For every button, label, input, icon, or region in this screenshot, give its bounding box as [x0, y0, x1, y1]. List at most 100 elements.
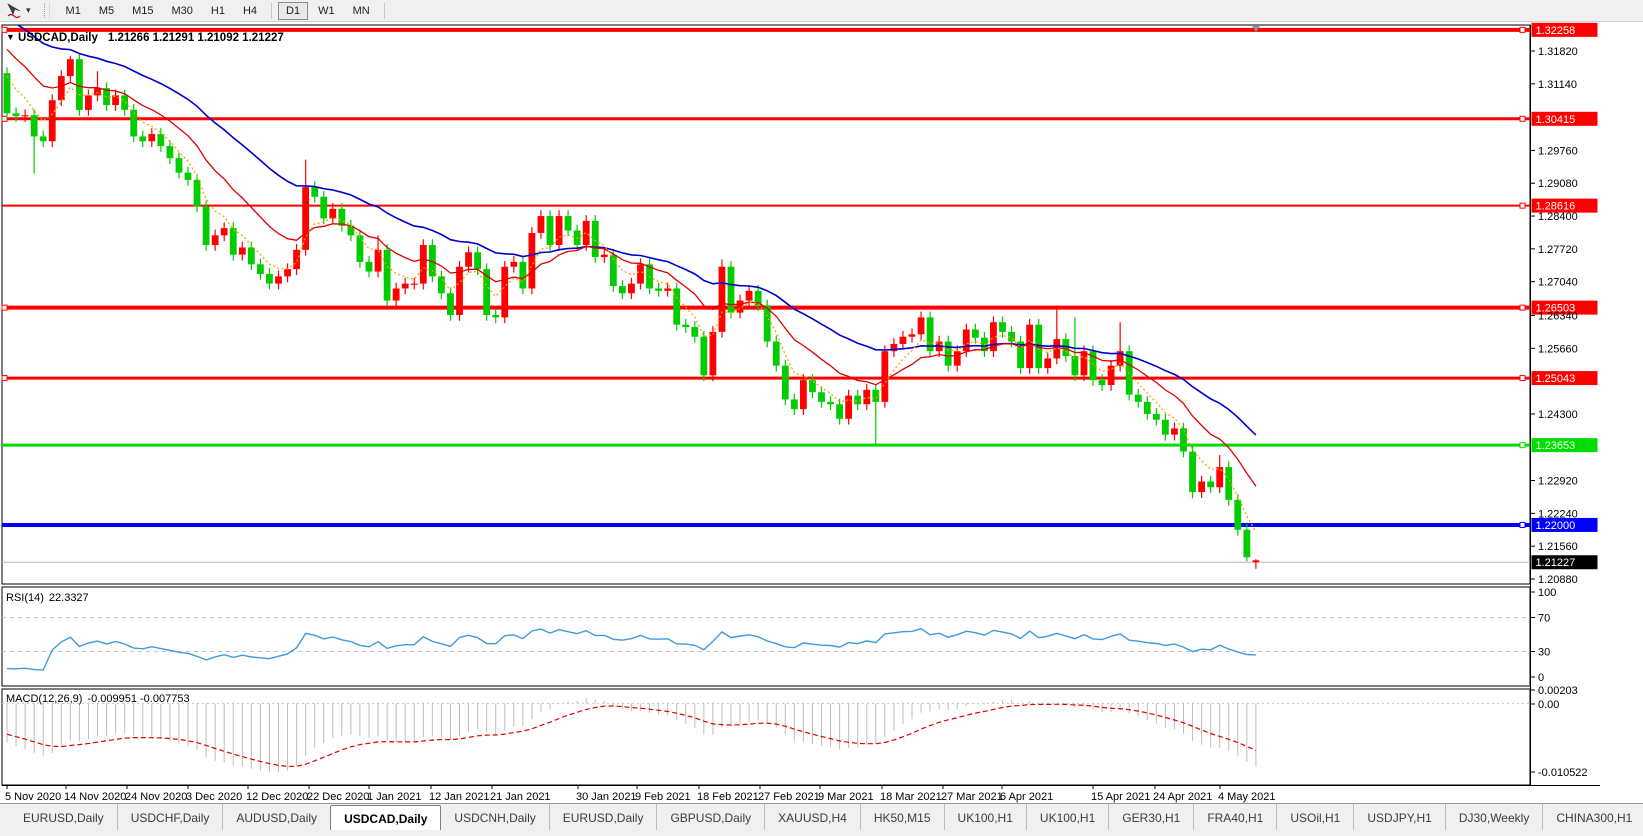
hline-right-handle[interactable]	[1520, 305, 1525, 310]
timeframe-button-M1[interactable]: M1	[58, 2, 89, 20]
price-tick-label: 1.29760	[1538, 145, 1578, 157]
hline-price-label: 1.32258	[1536, 25, 1576, 37]
price-tick-label: 1.27720	[1538, 244, 1578, 256]
candle-body	[963, 329, 970, 351]
hline-right-handle[interactable]	[1520, 376, 1525, 381]
candle-body	[728, 267, 735, 313]
price-tick-label: 1.28400	[1538, 211, 1578, 223]
timeframe-button-M5[interactable]: M5	[91, 2, 122, 20]
chart-tab-GER30-H1[interactable]: GER30,H1	[1108, 804, 1193, 830]
hline-left-handle[interactable]	[2, 305, 7, 310]
candle-body	[863, 390, 870, 404]
candle-body	[49, 100, 56, 141]
timeframe-button-M15[interactable]: M15	[124, 2, 161, 20]
chart-tab-USDCNH-Daily[interactable]: USDCNH,Daily	[441, 804, 548, 830]
macd-indicator-label: MACD(12,26,9)-0.009951 -0.007753	[6, 693, 190, 705]
chart-collapse-icon[interactable]: ▼	[6, 32, 15, 42]
timeframe-button-D1[interactable]: D1	[278, 2, 308, 20]
candle-body	[76, 59, 83, 110]
candle-body	[1135, 395, 1142, 402]
candle-body	[1044, 358, 1051, 368]
macd-axis-label: -0.010522	[1538, 767, 1588, 779]
chart-tab-XAUUSD-H4[interactable]: XAUUSD,H4	[764, 804, 860, 830]
hline-left-handle[interactable]	[2, 376, 7, 381]
date-tick-label: 15 Apr 2021	[1091, 791, 1150, 803]
date-tick-label: 1 Jan 2021	[367, 791, 421, 803]
chart-tab-USDCAD-Daily[interactable]: USDCAD,Daily	[330, 805, 441, 830]
hline-right-handle[interactable]	[1520, 522, 1525, 527]
hline-left-handle[interactable]	[2, 116, 7, 121]
toolbar-grip[interactable]	[44, 3, 50, 18]
price-pane[interactable]	[2, 25, 1530, 584]
candle-body	[212, 235, 219, 245]
candle-body	[1189, 452, 1196, 493]
chart-tab-USDJPY-H1[interactable]: USDJPY,H1	[1353, 804, 1444, 830]
cursor-tool-button[interactable]: ▾	[2, 2, 35, 20]
date-tick-label: 9 Feb 2021	[635, 791, 691, 803]
candle-body	[284, 269, 291, 276]
chart-tab-EURUSD-Daily[interactable]: EURUSD,Daily	[10, 804, 117, 830]
timeframe-button-H1[interactable]: H1	[203, 2, 233, 20]
date-tick-label: 18 Mar 2021	[880, 791, 942, 803]
candle-body	[85, 95, 92, 109]
candle-body	[148, 134, 155, 141]
hline-price-label: 1.25043	[1536, 373, 1576, 385]
chart-tab-UK100-H1[interactable]: UK100,H1	[944, 804, 1026, 830]
chart-tab-CHINA300-H1[interactable]: CHINA300,H1	[1542, 804, 1643, 830]
chart-tab-HK50-M15[interactable]: HK50,M15	[860, 804, 944, 830]
hline-right-handle[interactable]	[1520, 443, 1525, 448]
rsi-pane[interactable]	[2, 587, 1530, 686]
candle-body	[1171, 428, 1178, 434]
candle-body	[447, 293, 454, 315]
candle-body	[239, 247, 246, 254]
chart-tab-USOil-H1[interactable]: USOil,H1	[1276, 804, 1353, 830]
candle-body	[1253, 560, 1260, 562]
timeframe-button-H4[interactable]: H4	[235, 2, 265, 20]
candle-body	[700, 337, 707, 376]
candle-body	[185, 173, 192, 180]
rsi-value: 22.3327	[49, 592, 89, 604]
candle-body	[357, 235, 364, 262]
chart-tab-AUDUSD-Daily[interactable]: AUDUSD,Daily	[222, 804, 330, 830]
chart-tab-EURUSD-Daily[interactable]: EURUSD,Daily	[549, 804, 657, 830]
candle-body	[1153, 414, 1160, 420]
timeframe-button-M30[interactable]: M30	[164, 2, 201, 20]
candle-body	[1198, 482, 1205, 493]
candle-body	[800, 380, 807, 409]
candle-body	[1072, 356, 1079, 375]
chart-tab-GBPUSD-Daily[interactable]: GBPUSD,Daily	[656, 804, 764, 830]
price-tick-label: 1.31820	[1538, 46, 1578, 58]
date-tick-label: 3 Dec 2020	[186, 791, 242, 803]
rsi-level-label: 0	[1538, 672, 1544, 684]
candle-body	[710, 332, 717, 375]
chart-tab-USDCHF-Daily[interactable]: USDCHF,Daily	[117, 804, 223, 830]
rsi-level-label: 70	[1538, 613, 1550, 625]
candle-body	[945, 342, 952, 366]
chart-tab-DJ30-Weekly[interactable]: DJ30,Weekly	[1445, 804, 1542, 830]
price-tick-label: 1.26340	[1538, 310, 1578, 322]
chart-tab-FRA40-H1[interactable]: FRA40,H1	[1193, 804, 1276, 830]
toolbar: ▾ M1M5M15M30H1H4 D1W1MN	[0, 0, 1643, 22]
candle-body	[1216, 467, 1223, 487]
chart-tab-UK100-H1[interactable]: UK100,H1	[1026, 804, 1108, 830]
candle-body	[221, 228, 228, 235]
hline-right-handle[interactable]	[1520, 27, 1525, 32]
candle-body	[972, 329, 979, 337]
candle-body	[918, 317, 925, 334]
candle-body	[827, 402, 834, 404]
timeframe-button-W1[interactable]: W1	[310, 2, 343, 20]
candle-body	[900, 337, 907, 344]
price-tick-label: 1.27040	[1538, 277, 1578, 289]
candle-body	[22, 115, 29, 116]
timeframe-button-MN[interactable]: MN	[345, 2, 378, 20]
macd-pane[interactable]	[2, 689, 1530, 785]
hline-right-handle[interactable]	[1520, 116, 1525, 121]
candle-body	[619, 286, 626, 293]
hline-right-handle[interactable]	[1520, 203, 1525, 208]
candle-body	[438, 276, 445, 293]
date-tick-label: 6 Apr 2021	[1000, 791, 1053, 803]
candle-body	[547, 216, 554, 245]
price-tick-label: 1.22240	[1538, 508, 1578, 520]
chart-canvas[interactable]: 1.322581.304151.286161.265031.250431.236…	[0, 0, 1643, 803]
candle-body	[719, 267, 726, 332]
